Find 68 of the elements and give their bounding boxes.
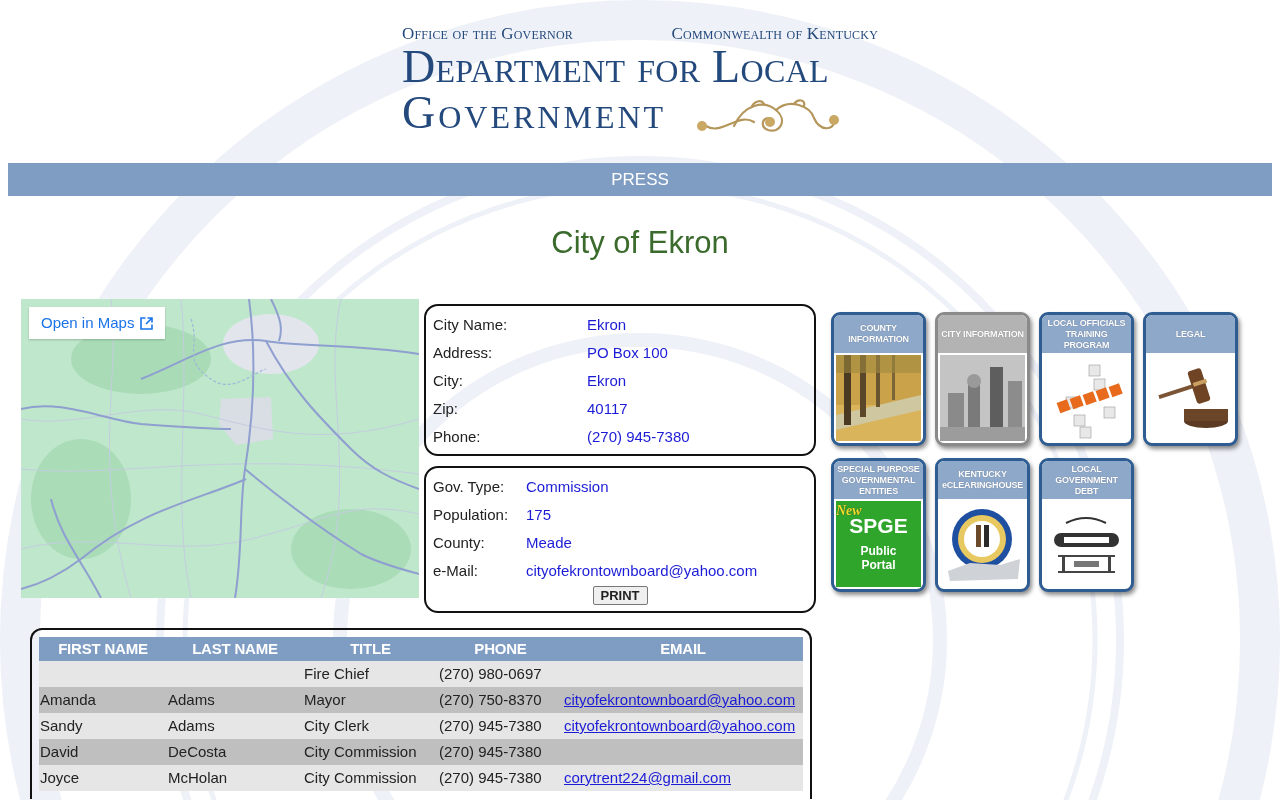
field-label: Phone: bbox=[433, 427, 482, 447]
nav-link[interactable]: PRESS bbox=[611, 169, 669, 190]
field-label: City Name: bbox=[433, 315, 509, 335]
tile-title: CITY INFORMATION bbox=[941, 328, 1024, 340]
tile-title: LOCAL OFFICIALS TRAINING PROGRAM bbox=[1046, 317, 1127, 351]
table-cell: Adams bbox=[167, 713, 303, 739]
department-title: Department for Local bbox=[402, 44, 830, 90]
field-value: Ekron bbox=[587, 371, 627, 391]
field-label: County: bbox=[433, 533, 486, 553]
field-value: (270) 945-7380 bbox=[587, 427, 690, 447]
table-cell: City Commission bbox=[303, 739, 438, 765]
table-cell: David bbox=[39, 739, 167, 765]
nav-tile[interactable]: LOCAL OFFICIALS TRAINING PROGRAM bbox=[1039, 312, 1134, 446]
page-title: City of Ekron bbox=[550, 224, 730, 262]
table-cell: DeCosta bbox=[167, 739, 303, 765]
nav-tile[interactable]: CITY INFORMATION bbox=[935, 312, 1030, 446]
table-cell: Fire Chief bbox=[303, 661, 438, 687]
column-header: LAST NAME bbox=[167, 637, 303, 661]
email-link[interactable]: corytrent224@gmail.com bbox=[564, 769, 731, 786]
column-header: PHONE bbox=[438, 637, 563, 661]
column-header: TITLE bbox=[303, 637, 438, 661]
nav-tile[interactable]: LEGAL bbox=[1143, 312, 1238, 446]
table-cell: (270) 945-7380 bbox=[438, 739, 563, 765]
column-header: EMAIL bbox=[563, 637, 803, 661]
table-cell: (270) 945-7380 bbox=[438, 765, 563, 791]
field-value: PO Box 100 bbox=[587, 343, 668, 363]
field-value: cityofekrontownboard@yahoo.com bbox=[526, 561, 758, 581]
field-value: 40117 bbox=[587, 399, 628, 419]
state-name: Commonwealth of Kentucky bbox=[671, 24, 878, 44]
email-link[interactable]: cityofekrontownboard@yahoo.com bbox=[564, 691, 796, 708]
email-link[interactable]: cityofekrontownboard@yahoo.com bbox=[564, 717, 796, 734]
field-value: Ekron bbox=[587, 315, 627, 335]
tile-title: COUNTY INFORMATION bbox=[847, 323, 910, 345]
table-cell: City Commission bbox=[303, 765, 438, 791]
external-link-icon bbox=[140, 316, 154, 330]
nav-tile[interactable]: KENTUCKY eCLEARINGHOUSE bbox=[935, 458, 1030, 592]
tile-title: SPECIAL PURPOSE GOVERNMENTAL ENTITIES bbox=[836, 463, 921, 497]
field-value: Commission bbox=[526, 477, 609, 497]
field-label: Population: bbox=[433, 505, 510, 525]
table-cell: Adams bbox=[167, 687, 303, 713]
field-value: Meade bbox=[526, 533, 572, 553]
tile-title: KENTUCKY eCLEARINGHOUSE bbox=[940, 469, 1025, 491]
table-cell: McHolan bbox=[167, 765, 303, 791]
field-value: 175 bbox=[526, 505, 552, 525]
table-cell: (270) 945-7380 bbox=[438, 713, 563, 739]
column-header: FIRST NAME bbox=[39, 637, 167, 661]
office-name: Office of the Governor bbox=[402, 24, 574, 44]
table-cell: Amanda bbox=[39, 687, 167, 713]
print-button[interactable]: PRINT bbox=[592, 586, 648, 605]
department-title: Government bbox=[402, 90, 667, 136]
field-label: Address: bbox=[433, 343, 494, 363]
table-cell: City Clerk bbox=[303, 713, 438, 739]
nav-tile[interactable]: SPECIAL PURPOSE GOVERNMENTAL ENTITIES New SPGE Public Portal bbox=[831, 458, 926, 592]
portal-subtitle: Public Portal bbox=[859, 544, 898, 572]
field-label: Gov. Type: bbox=[433, 477, 506, 497]
table-cell: Sandy bbox=[39, 713, 167, 739]
nav-tile[interactable]: LOCAL GOVERNMENT DEBT bbox=[1039, 458, 1134, 592]
field-label: City: bbox=[433, 371, 464, 391]
table-cell: (270) 980-0697 bbox=[438, 661, 563, 687]
table-cell: Joyce bbox=[39, 765, 167, 791]
field-label: e-Mail: bbox=[433, 561, 479, 581]
tile-title: LOCAL GOVERNMENT DEBT bbox=[1054, 463, 1119, 497]
table-cell: Mayor bbox=[303, 687, 438, 713]
table-cell: (270) 750-8370 bbox=[438, 687, 563, 713]
tile-title: LEGAL bbox=[1175, 328, 1206, 340]
field-label: Zip: bbox=[433, 399, 459, 419]
nav-tile[interactable]: COUNTY INFORMATION bbox=[831, 312, 926, 446]
open-maps-button[interactable]: Open in Maps bbox=[29, 307, 166, 339]
